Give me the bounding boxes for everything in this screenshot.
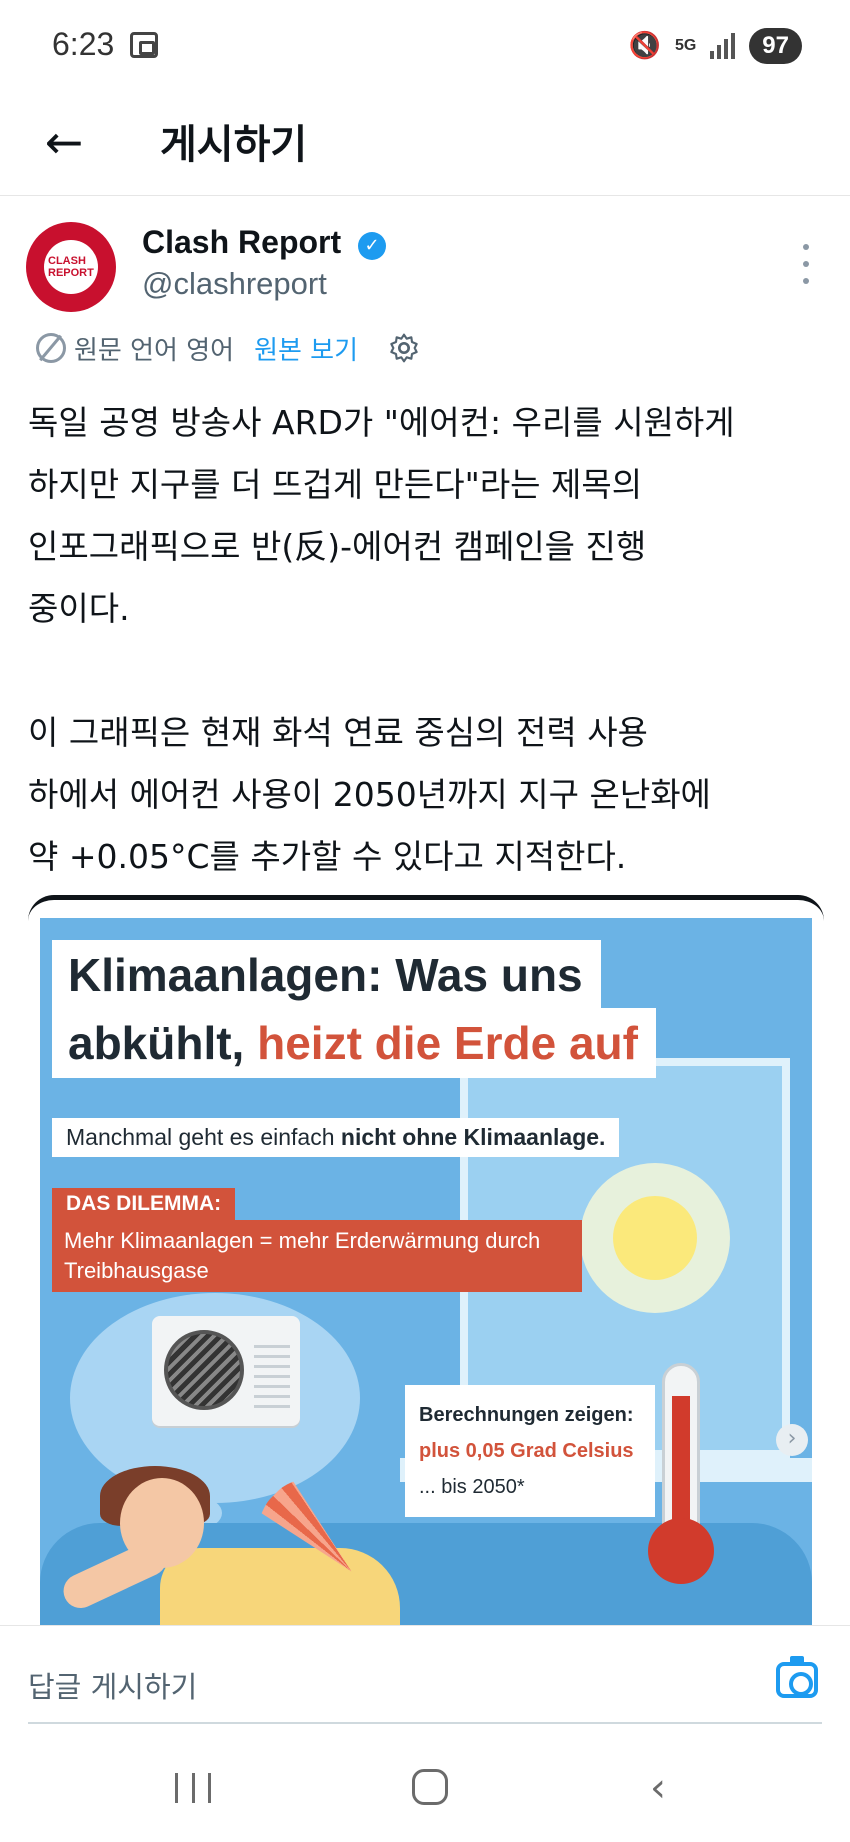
gear-icon[interactable] xyxy=(388,332,420,364)
translate-icon xyxy=(36,333,66,363)
back-button[interactable]: ← xyxy=(36,114,92,170)
sun-illustration xyxy=(613,1196,697,1280)
system-nav-bar: ‹ xyxy=(0,1755,850,1842)
media-card[interactable]: Klimaanlagen: Was uns abkühlt, heizt die… xyxy=(28,895,824,1630)
signal-icon xyxy=(710,33,736,59)
calculation-value: plus 0,05 Grad Celsius xyxy=(419,1440,634,1462)
author-handle[interactable]: @clashreport xyxy=(142,266,327,302)
calculation-box: Berechnungen zeigen: plus 0,05 Grad Cels… xyxy=(405,1385,655,1517)
infographic-title-line1: Klimaanlagen: Was uns xyxy=(52,940,601,1010)
woman-body-illustration xyxy=(160,1548,400,1630)
network-icon: 5G xyxy=(674,37,697,54)
post-text: 독일 공영 방송사 ARD가 "에어컨: 우리를 시원하게 하지만 지구를 더 … xyxy=(28,403,735,876)
calculation-note: ... bis 2050* xyxy=(419,1476,525,1498)
source-language-label: 원문 언어 영어 xyxy=(74,335,235,366)
app-header: ← 게시하기 xyxy=(0,92,850,196)
mute-icon: 🔇 xyxy=(628,31,661,61)
ac-fins-illustration xyxy=(254,1338,290,1408)
infographic-title-red: heizt die Erde auf xyxy=(257,1017,638,1069)
author-name[interactable]: Clash Report xyxy=(142,224,341,261)
home-button[interactable] xyxy=(412,1769,448,1805)
next-arrow-icon[interactable]: › xyxy=(776,1424,808,1456)
thermometer-bulb xyxy=(648,1518,714,1584)
dilemma-label: DAS DILEMMA: xyxy=(52,1188,236,1220)
reply-input[interactable]: 답글 게시하기 xyxy=(28,1664,197,1706)
recents-button[interactable] xyxy=(175,1773,211,1803)
camera-icon[interactable] xyxy=(776,1656,818,1698)
ac-fan-illustration xyxy=(164,1330,244,1410)
avatar-logo-text: CLASH REPORT xyxy=(48,255,94,279)
infographic-subtitle-plain: Manchmal geht es einfach xyxy=(66,1124,341,1150)
show-original-link[interactable]: 원본 보기 xyxy=(254,330,358,367)
dilemma-text: Mehr Klimaanlagen = mehr Erderwärmung du… xyxy=(52,1220,582,1292)
more-icon[interactable] xyxy=(796,244,816,284)
screen-record-icon xyxy=(130,32,158,58)
infographic-image[interactable]: Klimaanlagen: Was uns abkühlt, heizt die… xyxy=(40,918,812,1630)
calculation-title: Berechnungen zeigen: xyxy=(419,1404,634,1426)
reply-underline xyxy=(28,1722,822,1724)
status-bar: 6:23 🔇 5G 97 xyxy=(0,0,850,90)
status-time: 6:23 xyxy=(52,26,115,62)
page-title: 게시하기 xyxy=(160,122,308,168)
battery-badge: 97 xyxy=(749,28,802,64)
infographic-subtitle-bold: nicht ohne Klimaanlage. xyxy=(340,1124,606,1150)
verified-icon: ✓ xyxy=(358,232,386,260)
infographic-subtitle: Manchmal geht es einfach nicht ohne Klim… xyxy=(52,1118,620,1157)
infographic-title-dark: abkühlt, xyxy=(68,1017,258,1069)
avatar[interactable]: CLASH REPORT xyxy=(26,222,116,312)
system-back-button[interactable]: ‹ xyxy=(650,1765,666,1811)
translation-row: 원문 언어 영어 원본 보기 xyxy=(36,330,420,366)
infographic-title-line2: abkühlt, heizt die Erde auf xyxy=(52,1008,656,1078)
status-icons: 🔇 5G 97 xyxy=(629,28,802,64)
back-arrow-icon: ← xyxy=(44,115,84,169)
reply-bar: 답글 게시하기 xyxy=(0,1625,850,1755)
